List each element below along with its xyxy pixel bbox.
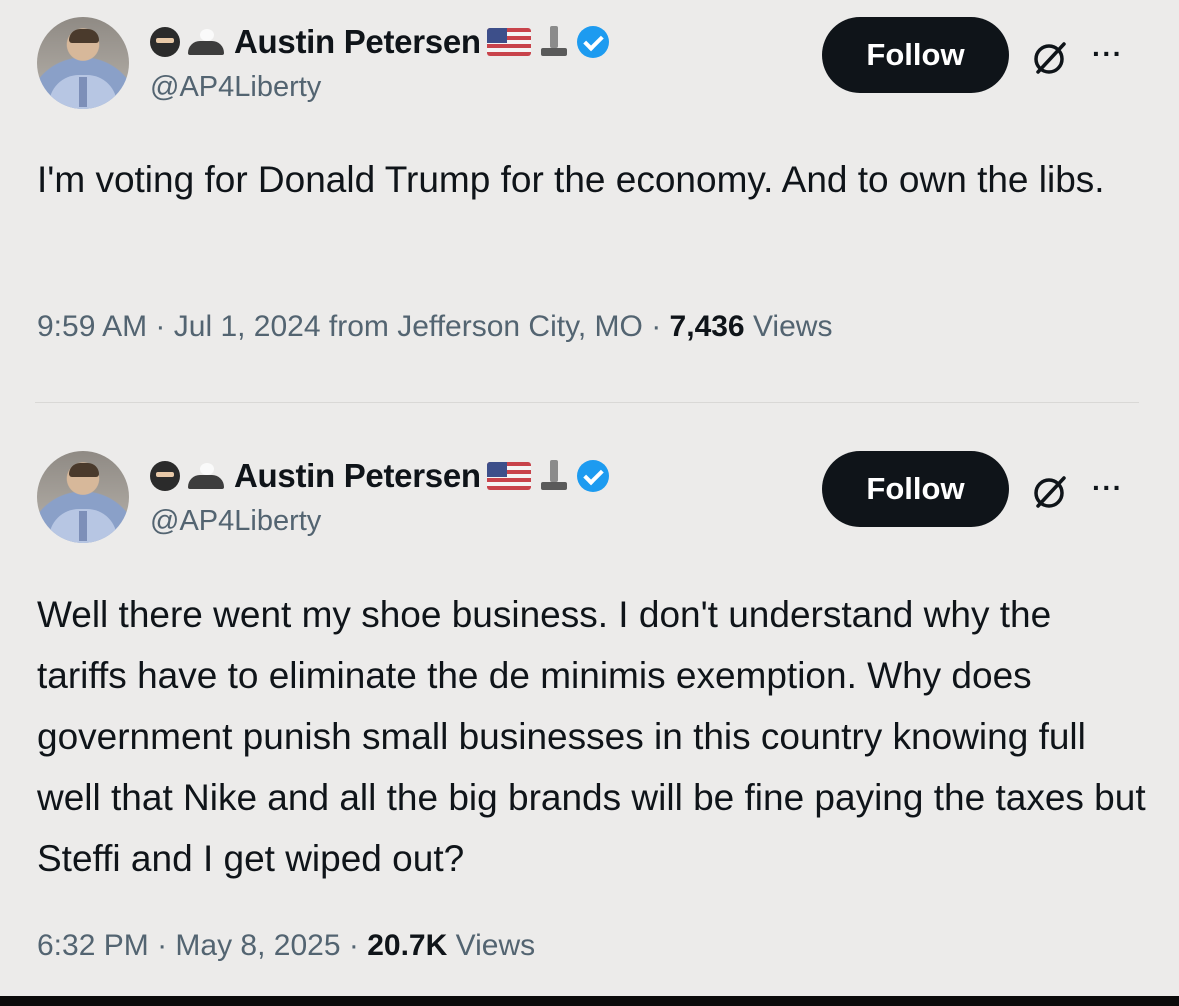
- avatar-lapel: [79, 77, 87, 107]
- more-options-icon[interactable]: ···: [1092, 472, 1123, 504]
- tweet-date[interactable]: Jul 1, 2024: [174, 310, 321, 343]
- author-name[interactable]: Austin Petersen: [234, 457, 481, 495]
- more-options-icon[interactable]: ···: [1092, 38, 1123, 70]
- tweet-meta: 6:32 PM · May 8, 2025 · 20.7K Views: [37, 929, 535, 963]
- ninja-emoji-icon: [150, 27, 180, 57]
- eagle-emoji-icon: [186, 461, 226, 491]
- tweet-2[interactable]: Austin Petersen @AP4Liberty Follow ··· W…: [0, 434, 1179, 994]
- tweet-meta: 9:59 AM · Jul 1, 2024 from Jefferson Cit…: [37, 310, 832, 344]
- tweet-time[interactable]: 9:59 AM: [37, 310, 147, 343]
- grok-icon[interactable]: [1030, 38, 1070, 78]
- avatar[interactable]: [37, 17, 129, 109]
- author-handle[interactable]: @AP4Liberty: [150, 71, 321, 104]
- views-label: Views: [455, 929, 536, 962]
- avatar-hair: [69, 463, 99, 477]
- tweet-1[interactable]: Austin Petersen @AP4Liberty Follow ··· I…: [0, 0, 1179, 398]
- verified-badge-icon[interactable]: [576, 26, 609, 58]
- views-label: Views: [752, 310, 833, 343]
- avatar[interactable]: [37, 451, 129, 543]
- avatar-hair: [69, 29, 99, 43]
- verified-badge-icon[interactable]: [576, 460, 609, 492]
- author-handle[interactable]: @AP4Liberty: [150, 505, 321, 538]
- follow-button[interactable]: Follow: [822, 451, 1009, 527]
- follow-button[interactable]: Follow: [822, 17, 1009, 93]
- bottom-border: [0, 996, 1179, 1006]
- us-flag-icon: [486, 462, 531, 490]
- pillar-emoji-icon: [537, 458, 571, 494]
- divider: [35, 402, 1139, 403]
- meta-separator: ·: [651, 310, 662, 343]
- eagle-emoji-icon: [186, 27, 226, 57]
- meta-separator: ·: [348, 929, 359, 962]
- tweet-text: I'm voting for Donald Trump for the econ…: [37, 159, 1105, 200]
- author-row: Austin Petersen: [150, 456, 609, 496]
- meta-separator: ·: [157, 929, 168, 962]
- pillar-emoji-icon: [537, 24, 571, 60]
- views-count: 20.7K: [367, 929, 448, 962]
- avatar-lapel: [79, 511, 87, 541]
- tweet-date[interactable]: May 8, 2025: [175, 929, 340, 962]
- grok-icon[interactable]: [1030, 472, 1070, 512]
- us-flag-icon: [486, 28, 531, 56]
- author-name[interactable]: Austin Petersen: [234, 23, 481, 61]
- tweet-location: from Jefferson City, MO: [328, 310, 643, 343]
- tweet-text: Well there went my shoe business. I don'…: [37, 594, 1146, 879]
- meta-separator: ·: [155, 310, 166, 343]
- tweet-time[interactable]: 6:32 PM: [37, 929, 149, 962]
- author-row: Austin Petersen: [150, 22, 609, 62]
- views-count: 7,436: [669, 310, 745, 343]
- ninja-emoji-icon: [150, 461, 180, 491]
